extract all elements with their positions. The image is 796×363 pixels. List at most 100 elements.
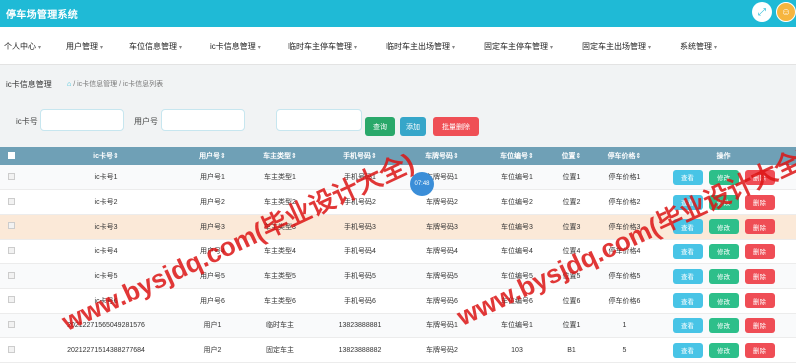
table-cell: 车牌号码4 [426,248,458,256]
timer-badge: 07:48 [410,172,434,196]
view-button[interactable]: 查看 [672,342,703,358]
delete-button[interactable]: 删除 [744,219,775,235]
edit-button[interactable]: 修改 [708,194,739,210]
table-cell: 用户号1 [200,174,225,182]
table-row[interactable]: 20212271565049281576 用户1 临时车主 13823888881 车牌… [0,313,796,338]
edit-button[interactable]: 修改 [708,342,739,358]
nav-parking-space-management[interactable]: 车位信息管理 ▾ [129,41,182,52]
table-cell: 用户号5 [200,273,225,281]
edit-button[interactable]: 修改 [708,317,739,333]
table-cell: 位置1 [562,322,581,330]
table-cell: 车位编号1 [501,174,533,182]
edit-button[interactable]: 修改 [708,293,739,309]
chevron-down-icon: ▾ [100,45,104,51]
search-button[interactable]: 查询 [365,117,395,136]
table-cell: 手机号码1 [344,174,376,182]
table-cell: 停车价格6 [608,297,641,305]
table-cell: 位置5 [562,273,581,281]
table-row[interactable]: ic卡号2 用户号2 车主类型2 手机号码2 车牌号码2 车位编号2 位置2 停车价格2 查看修… [0,189,796,215]
third-search-input[interactable] [276,109,362,131]
view-button[interactable]: 查看 [672,243,703,259]
table-row[interactable]: ic卡号1 用户号1 车主类型1 手机号码1 车牌号码1 车位编号1 位置1 停车价格1 查看修… [0,165,796,190]
col-header[interactable]: 停车价格⇕ [598,147,651,165]
edit-button[interactable]: 修改 [708,219,739,235]
delete-button[interactable]: 删除 [744,293,775,309]
table-cell: 手机号码6 [344,297,376,305]
table-row[interactable]: ic卡号6 用户号6 车主类型6 手机号码6 车牌号码6 车位编号6 位置6 停车价格6 查看修… [0,288,796,314]
row-checkbox[interactable] [7,246,15,254]
table-cell: 位置4 [562,248,581,256]
nav-temp-exit[interactable]: 临时车主出场管理 ▾ [386,41,455,52]
chevron-down-icon: ▾ [179,45,183,51]
table-row[interactable]: 20212271514388277684 用户2 固定车主 13823888882 车牌… [0,337,796,363]
table-cell: 固定车主 [266,347,294,355]
card-number-input[interactable] [40,109,124,131]
view-button[interactable]: 查看 [672,219,703,235]
add-button[interactable]: 添加 [400,117,426,136]
table-cell: 车牌号码3 [426,223,458,231]
col-header[interactable]: 手机号码⇕ [325,147,395,165]
delete-button[interactable]: 删除 [744,268,775,284]
delete-button[interactable]: 删除 [744,317,775,333]
view-button[interactable]: 查看 [672,293,703,309]
col-header[interactable]: ic卡号⇕ [22,147,190,165]
table-row[interactable]: ic卡号4 用户号4 车主类型4 手机号码4 车牌号码4 车位编号4 位置4 停车价格4 查看修… [0,239,796,264]
table-row[interactable]: ic卡号3 用户号3 车主类型3 手机号码3 车牌号码3 车位编号3 位置3 停车价格3 查看修… [0,214,796,240]
table-cell: 位置2 [562,199,581,207]
select-all-checkbox[interactable] [7,151,15,159]
col-header[interactable]: 车主类型⇕ [235,147,325,165]
table-cell: 车位编号3 [501,223,533,231]
nav-user-management[interactable]: 用户管理 ▾ [66,41,103,52]
chevron-down-icon: ▾ [452,45,456,51]
row-checkbox[interactable] [7,320,15,328]
edit-button[interactable]: 修改 [708,243,739,259]
delete-button[interactable]: 删除 [744,169,775,185]
chevron-down-icon: ▾ [714,45,718,51]
row-checkbox[interactable] [7,296,15,304]
delete-button[interactable]: 删除 [744,194,775,210]
col-header[interactable]: 用户号⇕ [190,147,235,165]
row-actions: 查看 修改 删除 [651,293,796,309]
table-cell: 车主类型6 [264,297,296,305]
card-label: ic卡号 [16,117,38,126]
nav-personal-center[interactable]: 个人中心 ▾ [4,41,41,52]
nav-system-management[interactable]: 系统管理 ▾ [680,41,717,52]
chevron-down-icon: ▾ [648,45,652,51]
row-checkbox[interactable] [7,197,15,205]
row-actions: 查看 修改 删除 [651,219,796,235]
row-checkbox[interactable] [7,345,15,353]
nav-temp-parking[interactable]: 临时车主停车管理 ▾ [288,41,357,52]
table-cell: 车位编号4 [501,248,533,256]
table-cell: 车位编号2 [501,199,533,207]
table-cell: 用户号4 [200,248,225,256]
expand-icon[interactable]: ⤢ [752,2,772,22]
row-actions: 查看 修改 删除 [651,194,796,210]
home-icon[interactable]: ⌂ [67,81,71,88]
row-checkbox[interactable] [7,222,15,230]
row-actions: 查看 修改 删除 [651,243,796,259]
table-cell: 车牌号码1 [426,174,458,182]
table-cell: 停车价格2 [608,199,641,207]
row-checkbox[interactable] [7,271,15,279]
edit-button[interactable]: 修改 [708,169,739,185]
nav-ic-card-management[interactable]: ic卡信息管理 ▾ [210,41,261,52]
table-row[interactable]: ic卡号5 用户号5 车主类型5 手机号码5 车牌号码5 车位编号5 位置5 停车价格5 查看修… [0,263,796,289]
col-header[interactable]: 车牌号码⇕ [395,147,489,165]
view-button[interactable]: 查看 [672,194,703,210]
view-button[interactable]: 查看 [672,317,703,333]
nav-fixed-exit[interactable]: 固定车主出场管理 ▾ [582,41,651,52]
user-number-input[interactable] [161,109,245,131]
delete-button[interactable]: 删除 [744,243,775,259]
col-header[interactable]: 车位编号⇕ [489,147,545,165]
batch-delete-button[interactable]: 批量删除 [433,117,479,136]
breadcrumb-path: ⌂ / ic卡信息管理 / ic卡信息列表 [67,81,164,88]
view-button[interactable]: 查看 [672,268,703,284]
edit-button[interactable]: 修改 [708,268,739,284]
nav-fixed-parking[interactable]: 固定车主停车管理 ▾ [484,41,553,52]
table-cell: 用户号2 [200,199,225,207]
view-button[interactable]: 查看 [672,169,703,185]
row-checkbox[interactable] [7,172,15,180]
col-header[interactable]: 位置⇕ [545,147,598,165]
delete-button[interactable]: 删除 [744,342,775,358]
user-avatar-icon[interactable]: ☺ [776,2,796,22]
